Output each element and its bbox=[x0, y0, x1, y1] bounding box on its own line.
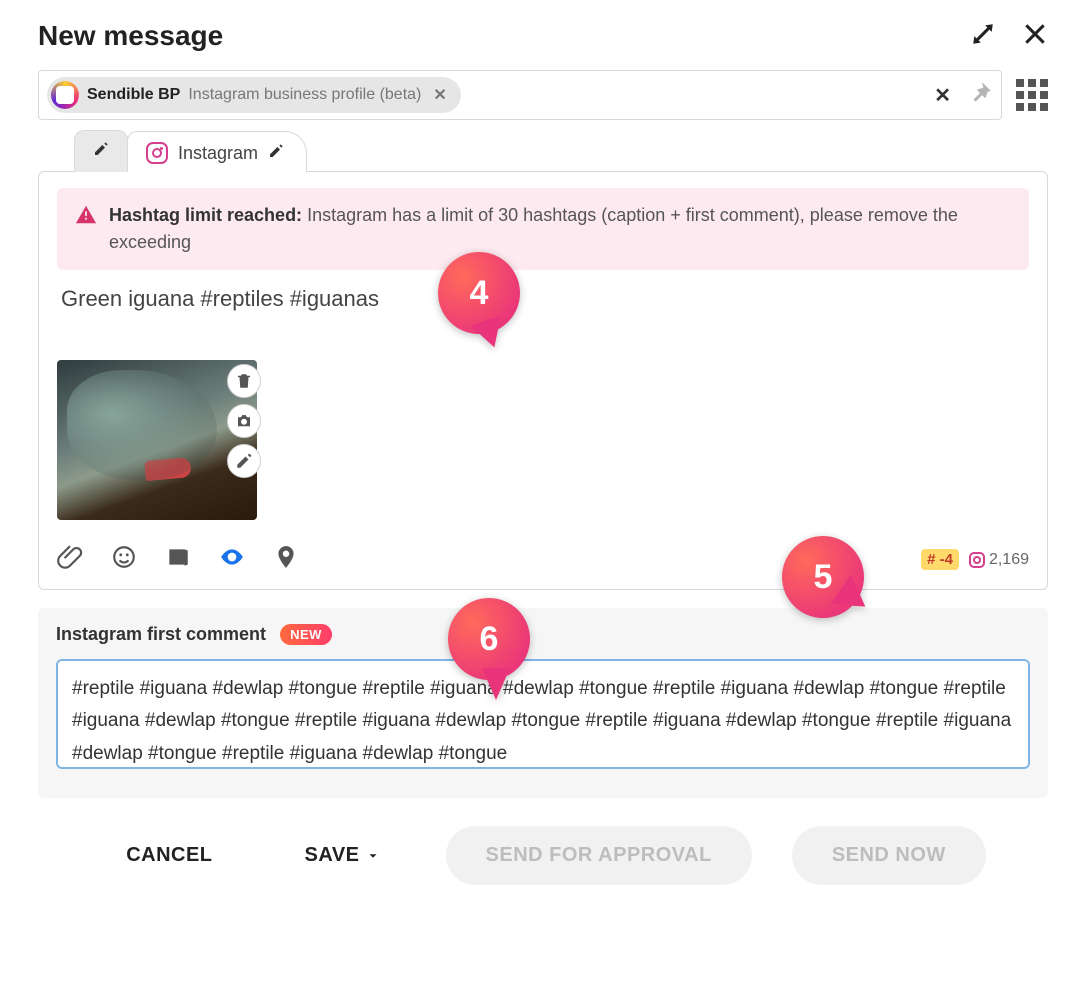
caption-input[interactable]: Green iguana #reptiles #iguanas bbox=[57, 270, 1029, 352]
account-subtype: Instagram business profile (beta) bbox=[188, 86, 421, 104]
attachment-icon[interactable] bbox=[57, 544, 83, 575]
send-for-approval-button[interactable]: SEND FOR APPROVAL bbox=[446, 826, 752, 885]
instagram-avatar-icon bbox=[51, 81, 79, 109]
media-thumbnail[interactable] bbox=[57, 360, 257, 520]
cancel-button[interactable]: CANCEL bbox=[100, 830, 238, 881]
pencil-icon bbox=[93, 141, 109, 162]
preview-icon[interactable] bbox=[219, 544, 245, 575]
location-icon[interactable] bbox=[273, 544, 299, 575]
hashtag-counter: # -4 bbox=[921, 549, 959, 570]
editor-panel: Hashtag limit reached: Instagram has a l… bbox=[38, 171, 1048, 590]
account-selector[interactable]: Sendible BP Instagram business profile (… bbox=[38, 70, 1002, 120]
close-icon[interactable] bbox=[1022, 21, 1048, 52]
expand-icon[interactable] bbox=[970, 21, 996, 52]
character-counter: 2,169 bbox=[969, 551, 1029, 569]
clear-accounts-icon[interactable]: ✕ bbox=[934, 83, 951, 108]
account-name: Sendible BP bbox=[87, 86, 180, 104]
send-now-button[interactable]: SEND NOW bbox=[792, 826, 986, 885]
instagram-icon bbox=[146, 142, 168, 164]
emoji-icon[interactable] bbox=[111, 544, 137, 575]
tab-instagram-label: Instagram bbox=[178, 143, 258, 164]
new-badge: NEW bbox=[280, 624, 332, 645]
warning-title: Hashtag limit reached: bbox=[109, 205, 302, 225]
warning-icon bbox=[75, 204, 97, 226]
instagram-mini-icon bbox=[969, 552, 985, 568]
edit-tab-icon[interactable] bbox=[268, 143, 284, 164]
delete-media-icon[interactable] bbox=[227, 364, 261, 398]
apps-grid-icon[interactable] bbox=[1016, 79, 1048, 111]
page-title: New message bbox=[38, 20, 223, 52]
first-comment-title: Instagram first comment bbox=[56, 624, 266, 645]
camera-icon[interactable] bbox=[227, 404, 261, 438]
save-button[interactable]: SAVE bbox=[279, 830, 406, 881]
hashtag-limit-warning: Hashtag limit reached: Instagram has a l… bbox=[57, 188, 1029, 270]
remove-account-icon[interactable]: ✕ bbox=[429, 85, 450, 105]
pin-icon[interactable] bbox=[967, 80, 993, 111]
edit-media-icon[interactable] bbox=[227, 444, 261, 478]
first-comment-input[interactable] bbox=[56, 659, 1030, 769]
library-icon[interactable] bbox=[165, 544, 191, 575]
account-chip[interactable]: Sendible BP Instagram business profile (… bbox=[47, 77, 461, 113]
first-comment-panel: Instagram first comment NEW bbox=[38, 608, 1048, 798]
chevron-down-icon bbox=[366, 849, 380, 863]
tab-compose[interactable] bbox=[74, 130, 128, 172]
tab-instagram[interactable]: Instagram bbox=[127, 131, 307, 172]
